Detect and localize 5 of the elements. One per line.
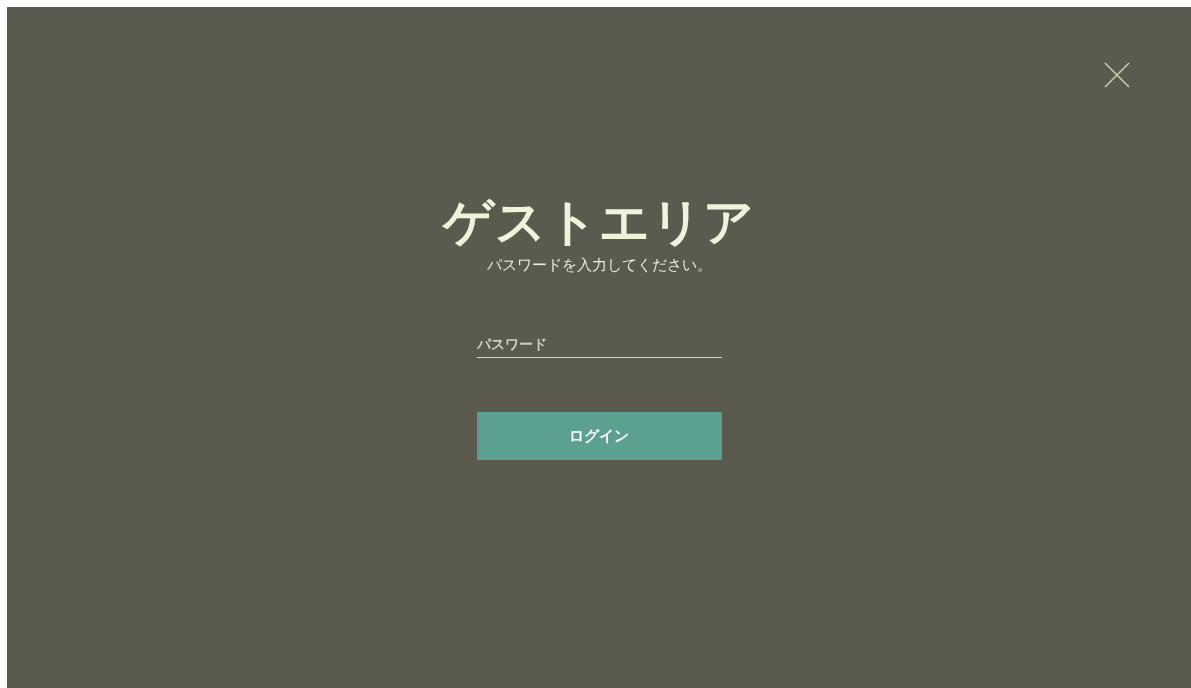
instruction-text: パスワードを入力してください。 (486, 255, 712, 276)
close-icon[interactable] (1104, 62, 1130, 88)
password-field[interactable]: パスワード (476, 332, 722, 358)
page-title: ゲストエリア (443, 192, 755, 252)
login-button[interactable]: ログイン (476, 412, 722, 460)
